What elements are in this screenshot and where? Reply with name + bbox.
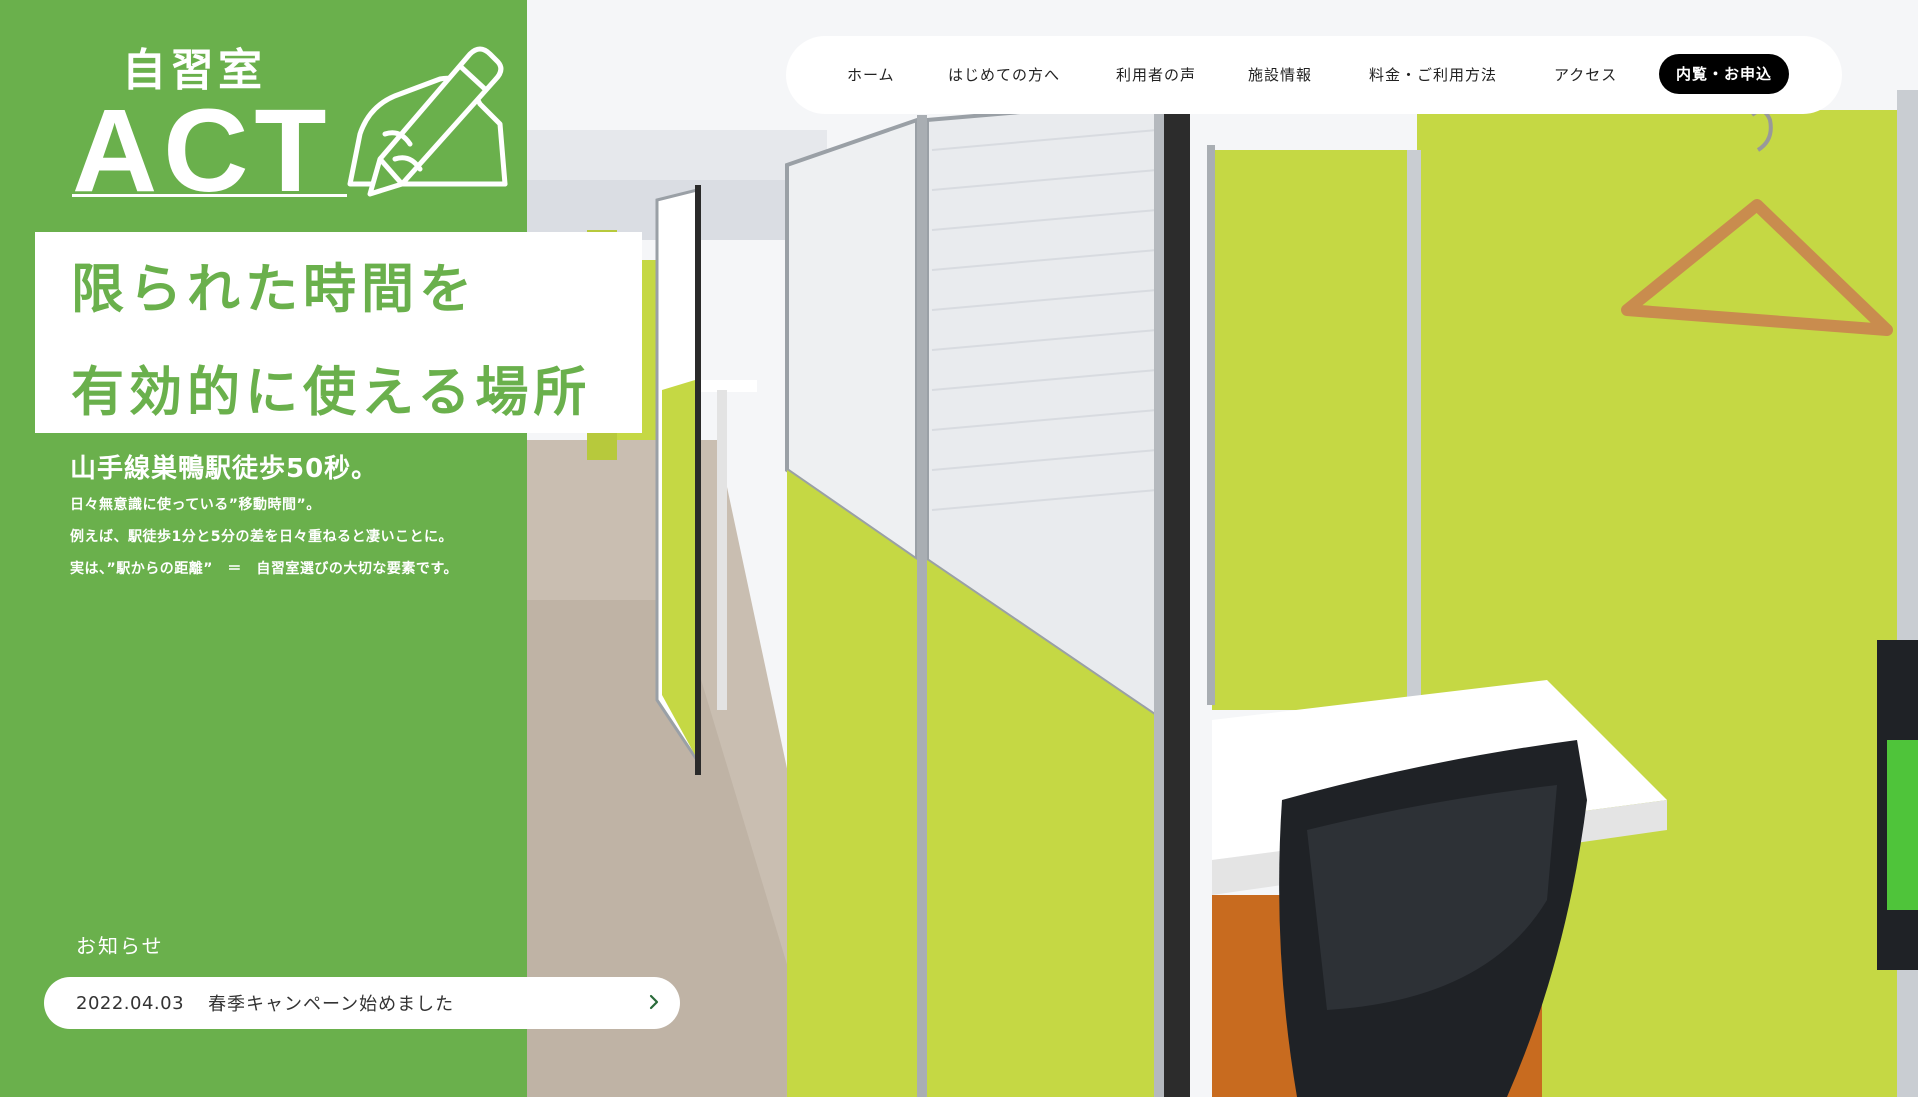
hero-desc-3: 実は、”駅からの距離” ＝ 自習室選びの大切な要素です。 <box>70 561 459 577</box>
hero-lead: 山手線巣鴨駅徒歩50秒。 <box>70 454 379 484</box>
hero-photo <box>527 0 1918 1097</box>
news-item[interactable]: 2022.04.03 春季キャンペーン始めました <box>44 977 680 1029</box>
nav-item-pricing[interactable]: 料金・ご利用方法 <box>1369 36 1497 114</box>
site-logo[interactable]: 自習室 ACT <box>72 34 508 210</box>
pencil-hand-icon <box>347 46 508 197</box>
nav-item-voices[interactable]: 利用者の声 <box>1116 36 1196 114</box>
news-date: 2022.04.03 <box>76 992 185 1014</box>
nav-item-first-time[interactable]: はじめての方へ <box>948 36 1060 114</box>
headline-line-1: 限られた時間を <box>71 259 477 320</box>
study-booth-illustration <box>527 0 1918 1097</box>
nav-item-facility[interactable]: 施設情報 <box>1248 36 1312 114</box>
hero-desc-2: 例えば、駅徒歩1分と5分の差を日々重ねると凄いことに。 <box>70 529 453 545</box>
global-nav: ホーム はじめての方へ 利用者の声 施設情報 料金・ご利用方法 アクセス 内覧・… <box>786 36 1842 114</box>
logo-underline <box>72 194 347 197</box>
chevron-right-icon[interactable] <box>642 990 666 1014</box>
hero-desc-1: 日々無意識に使っている”移動時間”。 <box>70 497 321 513</box>
apply-button[interactable]: 内覧・お申込 <box>1659 54 1789 94</box>
headline-line-2: 有効的に使える場所 <box>71 362 592 423</box>
news-heading: お知らせ <box>76 934 164 958</box>
hero-left-panel: 自習室 ACT 限られた時間を 有効的に使える場所 山手線巣鴨駅徒歩50秒。 日… <box>0 0 642 1097</box>
nav-item-home[interactable]: ホーム <box>847 36 895 114</box>
nav-item-access[interactable]: アクセス <box>1554 36 1617 114</box>
logo-title: ACT <box>72 85 333 217</box>
news-text: 春季キャンペーン始めました <box>208 994 455 1015</box>
hero-headline: 限られた時間を 有効的に使える場所 <box>35 232 642 433</box>
